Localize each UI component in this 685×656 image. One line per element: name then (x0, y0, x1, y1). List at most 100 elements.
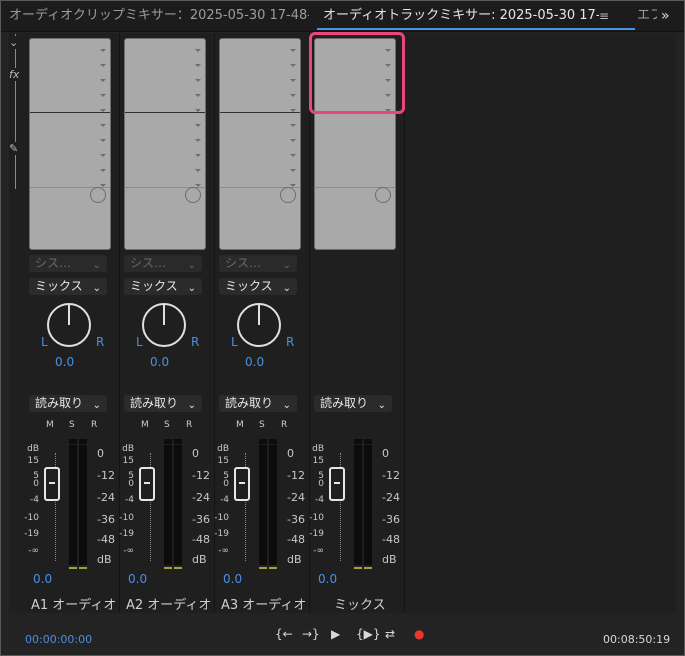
volume-fader-handle[interactable] (329, 467, 345, 501)
chevron-down-icon: ⌄ (187, 260, 196, 271)
track-output-dropdown[interactable]: ミックス ⌄ (219, 278, 297, 295)
fader-scale-label: -∞ (123, 546, 134, 556)
clip-indicator[interactable] (364, 439, 372, 444)
clip-indicator[interactable] (69, 439, 77, 444)
mute-button[interactable]: M (236, 420, 244, 430)
insert-slot-1-chevron-icon[interactable] (290, 49, 296, 52)
clip-indicator[interactable] (259, 439, 267, 444)
sends-icon[interactable]: ✎ (9, 142, 19, 155)
mute-button[interactable]: M (46, 420, 54, 430)
panel-menu-icon[interactable]: ≡ (599, 1, 609, 31)
clip-indicator[interactable] (79, 439, 87, 444)
effects-sends-box[interactable] (219, 38, 301, 250)
effects-sends-box[interactable] (124, 38, 206, 250)
pan-knob[interactable] (142, 303, 186, 347)
pan-knob[interactable] (237, 303, 281, 347)
clip-indicator[interactable] (354, 439, 362, 444)
send-slot-1-chevron-icon[interactable] (290, 124, 296, 127)
pan-value[interactable]: 0.0 (55, 355, 74, 369)
channel-strip-a2: シス… ⌄ ミックス ⌄ L R 0.0 読み取り ⌄ M S R dB 15 5 0… (119, 33, 215, 613)
volume-value[interactable]: 0.0 (223, 572, 242, 586)
volume-value[interactable]: 0.0 (318, 572, 337, 586)
insert-slot-5-chevron-icon[interactable] (100, 109, 106, 112)
clip-indicator[interactable] (269, 439, 277, 444)
current-timecode[interactable]: 00:00:00:00 (25, 633, 92, 646)
send-slot-4-chevron-icon[interactable] (100, 169, 106, 172)
go-to-out-icon[interactable]: →} (302, 627, 320, 641)
automation-mode-dropdown[interactable]: 読み取り ⌄ (29, 395, 107, 412)
send-level-knob[interactable] (280, 187, 296, 203)
loop-icon[interactable]: ⇄ (385, 627, 395, 641)
insert-slot-2-chevron-icon[interactable] (195, 64, 201, 67)
insert-slot-4-chevron-icon[interactable] (100, 94, 106, 97)
insert-slot-1-chevron-icon[interactable] (195, 49, 201, 52)
volume-fader-handle[interactable] (139, 467, 155, 501)
pan-knob[interactable] (47, 303, 91, 347)
automation-mode-dropdown[interactable]: 読み取り ⌄ (314, 395, 392, 412)
send-level-knob[interactable] (375, 187, 391, 203)
record-enable-button[interactable]: R (91, 420, 97, 430)
effects-sends-toggle-strip[interactable]: ⌄ fx ✎ (9, 34, 23, 189)
solo-button[interactable]: S (69, 420, 75, 430)
fader-handle-mark (334, 482, 340, 484)
tab-next[interactable]: エフ (637, 1, 657, 31)
insert-slot-4-chevron-icon[interactable] (290, 94, 296, 97)
solo-button[interactable]: S (259, 420, 265, 430)
pan-value[interactable]: 0.0 (150, 355, 169, 369)
track-output-dropdown[interactable]: ミックス ⌄ (29, 278, 107, 295)
volume-value[interactable]: 0.0 (128, 572, 147, 586)
send-level-knob[interactable] (185, 187, 201, 203)
insert-slot-5-chevron-icon[interactable] (195, 109, 201, 112)
insert-slot-2-chevron-icon[interactable] (100, 64, 106, 67)
fader-scale-label: -∞ (313, 546, 324, 556)
send-slot-2-chevron-icon[interactable] (100, 139, 106, 142)
send-slot-3-chevron-icon[interactable] (290, 154, 296, 157)
tab-overflow-icon[interactable]: » (661, 1, 670, 31)
fader-handle-mark (49, 482, 55, 484)
automation-mode-dropdown[interactable]: 読み取り ⌄ (219, 395, 297, 412)
insert-slot-3-chevron-icon[interactable] (195, 79, 201, 82)
send-slot-2-chevron-icon[interactable] (195, 139, 201, 142)
record-enable-button[interactable]: R (281, 420, 287, 430)
meter-scale-label: -36 (97, 513, 115, 526)
automation-mode-dropdown[interactable]: 読み取り ⌄ (124, 395, 202, 412)
clip-indicator[interactable] (164, 439, 172, 444)
play-in-to-out-icon[interactable]: {▶} (356, 627, 381, 641)
send-slot-1-chevron-icon[interactable] (100, 124, 106, 127)
mute-button[interactable]: M (141, 420, 149, 430)
record-enable-button[interactable]: R (186, 420, 192, 430)
send-slot-4-chevron-icon[interactable] (195, 169, 201, 172)
chevron-down-icon: ⌄ (92, 400, 101, 411)
collapse-chevron-icon[interactable]: ⌄ (9, 36, 19, 49)
meter-scale-label: -12 (382, 469, 400, 482)
insert-slot-4-chevron-icon[interactable] (195, 94, 201, 97)
insert-slot-5-chevron-icon[interactable] (290, 109, 296, 112)
clip-indicator[interactable] (174, 439, 182, 444)
pan-value[interactable]: 0.0 (245, 355, 264, 369)
volume-value[interactable]: 0.0 (33, 572, 52, 586)
fx-label[interactable]: fx (9, 68, 20, 81)
send-level-knob[interactable] (90, 187, 106, 203)
insert-slot-3-chevron-icon[interactable] (100, 79, 106, 82)
volume-fader-handle[interactable] (44, 467, 60, 501)
tab-audio-clip-mixer[interactable]: オーディオクリップミキサー：2025-05-30 17-48-55 (9, 1, 309, 31)
volume-fader-handle[interactable] (234, 467, 250, 501)
insert-slot-3-chevron-icon[interactable] (290, 79, 296, 82)
send-slot-4-chevron-icon[interactable] (290, 169, 296, 172)
play-icon[interactable]: ▶ (331, 627, 340, 641)
record-icon[interactable]: ● (414, 627, 424, 641)
go-to-in-icon[interactable]: {← (275, 627, 293, 641)
send-slot-3-chevron-icon[interactable] (195, 154, 201, 157)
effects-sends-box[interactable] (29, 38, 111, 250)
send-assignment-label: シス… (225, 256, 262, 270)
solo-button[interactable]: S (164, 420, 170, 430)
insert-slot-2-chevron-icon[interactable] (290, 64, 296, 67)
tab-audio-track-mixer[interactable]: オーディオトラックミキサー: 2025-05-30 17-48- (323, 1, 599, 31)
send-slot-2-chevron-icon[interactable] (290, 139, 296, 142)
send-slot-3-chevron-icon[interactable] (100, 154, 106, 157)
send-slot-1-chevron-icon[interactable] (195, 124, 201, 127)
meter-scale-label: dB (192, 553, 207, 566)
insert-slot-1-chevron-icon[interactable] (100, 49, 106, 52)
track-output-dropdown[interactable]: ミックス ⌄ (124, 278, 202, 295)
chevron-down-icon: ⌄ (187, 283, 196, 294)
